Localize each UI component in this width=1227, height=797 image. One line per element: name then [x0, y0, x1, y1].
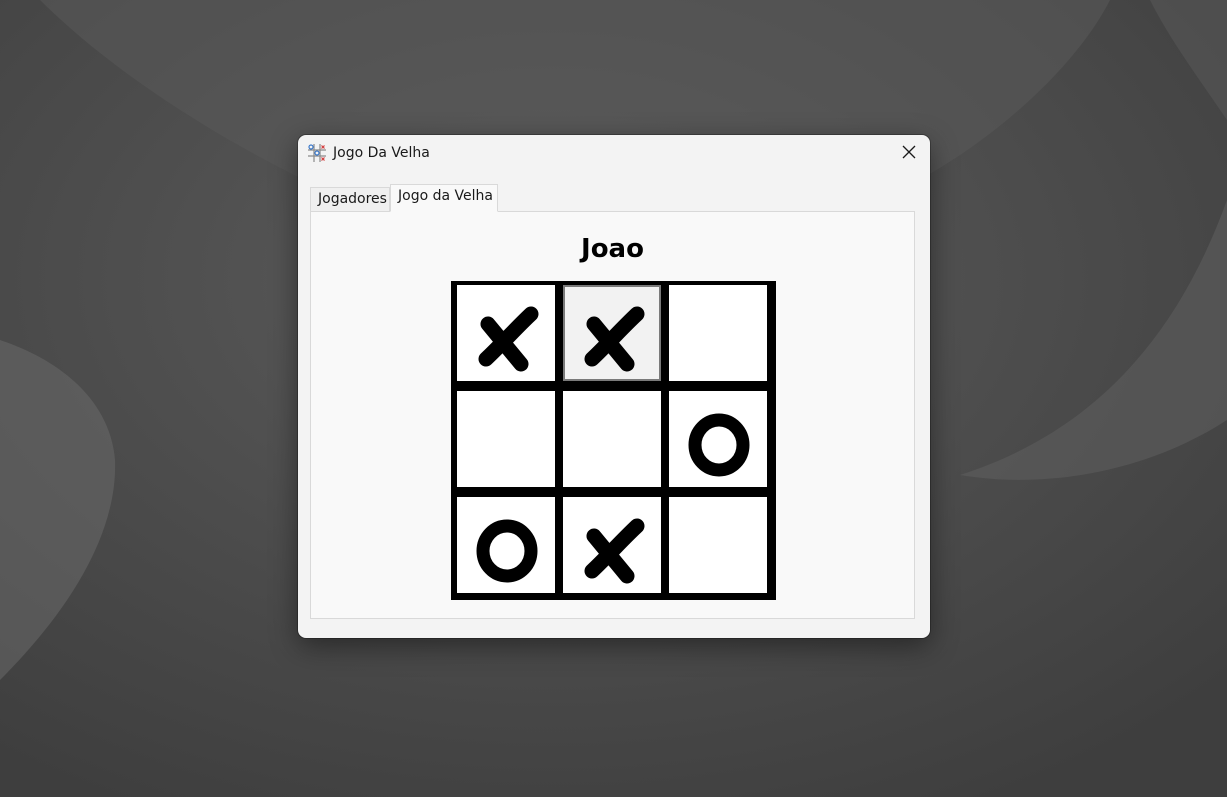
board-cell-2-1[interactable]	[563, 497, 661, 593]
board-cell-0-2[interactable]	[669, 285, 767, 381]
x-mark-icon	[478, 306, 539, 372]
app-window: Jogo Da Velha Jogadores Jogo da Velha Jo…	[298, 135, 930, 638]
board-cell-1-0[interactable]	[457, 391, 555, 487]
o-mark-icon	[476, 519, 538, 583]
board-cell-2-0[interactable]	[457, 497, 555, 593]
current-player-name: Joao	[581, 234, 644, 264]
board-cell-1-2[interactable]	[669, 391, 767, 487]
x-mark-icon	[584, 306, 645, 372]
board-cell-2-2[interactable]	[669, 497, 767, 593]
desktop-background: Jogo Da Velha Jogadores Jogo da Velha Jo…	[0, 0, 1227, 797]
board-cell-0-1[interactable]	[563, 285, 661, 381]
x-mark-icon	[584, 518, 645, 584]
close-button[interactable]	[892, 138, 926, 168]
tab-jogadores[interactable]: Jogadores	[310, 187, 390, 212]
window-title: Jogo Da Velha	[333, 145, 430, 161]
board-cell-1-1[interactable]	[563, 391, 661, 487]
close-icon	[902, 144, 916, 163]
tab-strip: Jogadores Jogo da Velha	[310, 184, 915, 212]
tic-tac-toe-app-icon	[307, 143, 327, 163]
title-bar[interactable]: Jogo Da Velha	[298, 135, 930, 171]
o-mark-icon	[688, 413, 750, 477]
game-board	[451, 281, 776, 600]
tab-jogo-da-velha[interactable]: Jogo da Velha	[390, 184, 498, 212]
board-cell-0-0[interactable]	[457, 285, 555, 381]
tab-panel-jogo-da-velha: Joao	[310, 211, 915, 619]
